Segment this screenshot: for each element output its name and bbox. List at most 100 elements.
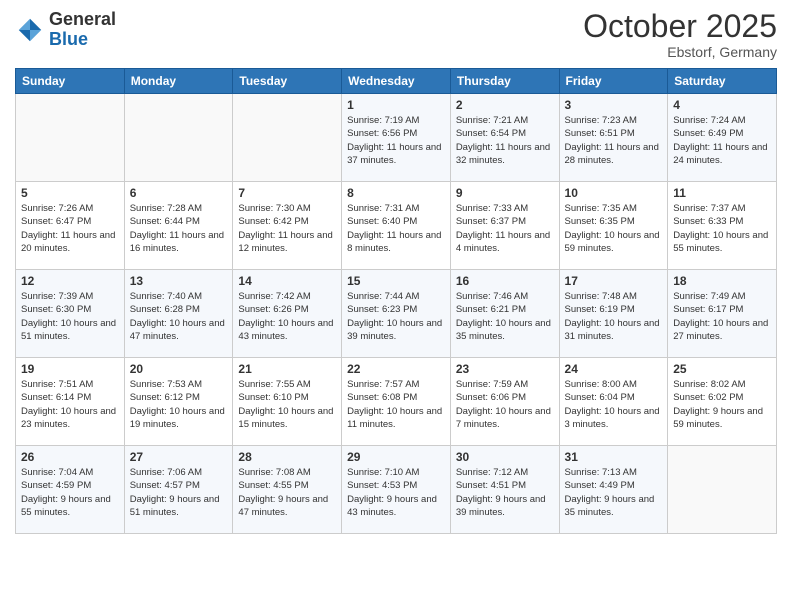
day-number: 22	[347, 362, 445, 376]
week-row-3: 19Sunrise: 7:51 AM Sunset: 6:14 PM Dayli…	[16, 358, 777, 446]
cell-4-1: 27 Sunrise: 7:06 AM Sunset: 4:57 PM Dayli…	[124, 446, 233, 534]
day-number: 2	[456, 98, 554, 112]
day-info: Sunrise: 7:21 AM Sunset: 6:54 PM Dayligh…	[456, 114, 554, 167]
day-number: 30	[456, 450, 554, 464]
week-row-4: 26 Sunrise: 7:04 AM Sunset: 4:59 PM Dayli…	[16, 446, 777, 534]
day-number: 20	[130, 362, 228, 376]
cell-3-6: 25 Sunrise: 8:02 AM Sunset: 6:02 PM Dayli…	[668, 358, 777, 446]
cell-3-3: 22 Sunrise: 7:57 AM Sunset: 6:08 PM Dayli…	[342, 358, 451, 446]
day-info: Sunrise: 7:28 AM Sunset: 6:44 PM Dayligh…	[130, 202, 228, 255]
day-number: 27	[130, 450, 228, 464]
cell-0-0	[16, 94, 125, 182]
day-number: 26	[21, 450, 119, 464]
day-number: 7	[238, 186, 336, 200]
day-number: 9	[456, 186, 554, 200]
day-info: Sunrise: 7:30 AM Sunset: 6:42 PM Dayligh…	[238, 202, 336, 255]
cell-0-4: 2 Sunrise: 7:21 AM Sunset: 6:54 PM Daylig…	[450, 94, 559, 182]
day-number: 3	[565, 98, 663, 112]
cell-3-0: 19Sunrise: 7:51 AM Sunset: 6:14 PM Dayli…	[16, 358, 125, 446]
cell-1-3: 8 Sunrise: 7:31 AM Sunset: 6:40 PM Daylig…	[342, 182, 451, 270]
day-info: Sunrise: 8:00 AM Sunset: 6:04 PM Dayligh…	[565, 378, 663, 431]
title-block: October 2025 Ebstorf, Germany	[583, 10, 777, 60]
cell-4-0: 26 Sunrise: 7:04 AM Sunset: 4:59 PM Dayli…	[16, 446, 125, 534]
cell-3-2: 21 Sunrise: 7:55 AM Sunset: 6:10 PM Dayli…	[233, 358, 342, 446]
cell-1-5: 10 Sunrise: 7:35 AM Sunset: 6:35 PM Dayli…	[559, 182, 668, 270]
cell-1-4: 9 Sunrise: 7:33 AM Sunset: 6:37 PM Daylig…	[450, 182, 559, 270]
calendar: Sunday Monday Tuesday Wednesday Thursday…	[15, 68, 777, 534]
day-info: Sunrise: 7:53 AM Sunset: 6:12 PM Dayligh…	[130, 378, 228, 431]
page: General Blue October 2025 Ebstorf, Germa…	[0, 0, 792, 612]
logo: General Blue	[15, 10, 116, 50]
day-info: Sunrise: 7:12 AM Sunset: 4:51 PM Dayligh…	[456, 466, 554, 519]
cell-4-4: 30 Sunrise: 7:12 AM Sunset: 4:51 PM Dayli…	[450, 446, 559, 534]
cell-2-0: 12Sunrise: 7:39 AM Sunset: 6:30 PM Dayli…	[16, 270, 125, 358]
week-row-0: 1 Sunrise: 7:19 AM Sunset: 6:56 PM Daylig…	[16, 94, 777, 182]
day-number: 10	[565, 186, 663, 200]
day-number: 13	[130, 274, 228, 288]
day-number: 11	[673, 186, 771, 200]
day-info: Sunrise: 7:24 AM Sunset: 6:49 PM Dayligh…	[673, 114, 771, 167]
day-number: 15	[347, 274, 445, 288]
cell-4-5: 31Sunrise: 7:13 AM Sunset: 4:49 PM Dayli…	[559, 446, 668, 534]
header-wednesday: Wednesday	[342, 69, 451, 94]
day-number: 4	[673, 98, 771, 112]
cell-1-1: 6 Sunrise: 7:28 AM Sunset: 6:44 PM Daylig…	[124, 182, 233, 270]
week-row-1: 5 Sunrise: 7:26 AM Sunset: 6:47 PM Daylig…	[16, 182, 777, 270]
day-info: Sunrise: 7:31 AM Sunset: 6:40 PM Dayligh…	[347, 202, 445, 255]
header-monday: Monday	[124, 69, 233, 94]
cell-1-2: 7 Sunrise: 7:30 AM Sunset: 6:42 PM Daylig…	[233, 182, 342, 270]
cell-2-4: 16 Sunrise: 7:46 AM Sunset: 6:21 PM Dayli…	[450, 270, 559, 358]
cell-2-2: 14 Sunrise: 7:42 AM Sunset: 6:26 PM Dayli…	[233, 270, 342, 358]
day-number: 16	[456, 274, 554, 288]
cell-2-3: 15Sunrise: 7:44 AM Sunset: 6:23 PM Dayli…	[342, 270, 451, 358]
day-number: 28	[238, 450, 336, 464]
day-number: 14	[238, 274, 336, 288]
day-info: Sunrise: 7:04 AM Sunset: 4:59 PM Dayligh…	[21, 466, 119, 519]
cell-2-1: 13 Sunrise: 7:40 AM Sunset: 6:28 PM Dayli…	[124, 270, 233, 358]
day-info: Sunrise: 8:02 AM Sunset: 6:02 PM Dayligh…	[673, 378, 771, 431]
day-number: 12	[21, 274, 119, 288]
day-info: Sunrise: 7:35 AM Sunset: 6:35 PM Dayligh…	[565, 202, 663, 255]
day-info: Sunrise: 7:06 AM Sunset: 4:57 PM Dayligh…	[130, 466, 228, 519]
cell-3-1: 20 Sunrise: 7:53 AM Sunset: 6:12 PM Dayli…	[124, 358, 233, 446]
header-friday: Friday	[559, 69, 668, 94]
cell-1-0: 5 Sunrise: 7:26 AM Sunset: 6:47 PM Daylig…	[16, 182, 125, 270]
day-number: 8	[347, 186, 445, 200]
header-thursday: Thursday	[450, 69, 559, 94]
month-title: October 2025	[583, 10, 777, 42]
header-tuesday: Tuesday	[233, 69, 342, 94]
day-number: 25	[673, 362, 771, 376]
cell-2-6: 18Sunrise: 7:49 AM Sunset: 6:17 PM Dayli…	[668, 270, 777, 358]
day-info: Sunrise: 7:19 AM Sunset: 6:56 PM Dayligh…	[347, 114, 445, 167]
day-info: Sunrise: 7:13 AM Sunset: 4:49 PM Dayligh…	[565, 466, 663, 519]
day-info: Sunrise: 7:40 AM Sunset: 6:28 PM Dayligh…	[130, 290, 228, 343]
day-info: Sunrise: 7:46 AM Sunset: 6:21 PM Dayligh…	[456, 290, 554, 343]
cell-4-3: 29Sunrise: 7:10 AM Sunset: 4:53 PM Dayli…	[342, 446, 451, 534]
day-info: Sunrise: 7:51 AM Sunset: 6:14 PM Dayligh…	[21, 378, 119, 431]
cell-0-1	[124, 94, 233, 182]
cell-3-4: 23Sunrise: 7:59 AM Sunset: 6:06 PM Dayli…	[450, 358, 559, 446]
day-info: Sunrise: 7:57 AM Sunset: 6:08 PM Dayligh…	[347, 378, 445, 431]
logo-text: General Blue	[49, 10, 116, 50]
day-info: Sunrise: 7:55 AM Sunset: 6:10 PM Dayligh…	[238, 378, 336, 431]
location: Ebstorf, Germany	[583, 44, 777, 60]
day-number: 5	[21, 186, 119, 200]
day-info: Sunrise: 7:08 AM Sunset: 4:55 PM Dayligh…	[238, 466, 336, 519]
day-info: Sunrise: 7:42 AM Sunset: 6:26 PM Dayligh…	[238, 290, 336, 343]
week-row-2: 12Sunrise: 7:39 AM Sunset: 6:30 PM Dayli…	[16, 270, 777, 358]
cell-2-5: 17Sunrise: 7:48 AM Sunset: 6:19 PM Dayli…	[559, 270, 668, 358]
day-number: 21	[238, 362, 336, 376]
logo-icon	[15, 15, 45, 45]
day-number: 1	[347, 98, 445, 112]
cell-0-6: 4 Sunrise: 7:24 AM Sunset: 6:49 PM Daylig…	[668, 94, 777, 182]
day-info: Sunrise: 7:26 AM Sunset: 6:47 PM Dayligh…	[21, 202, 119, 255]
day-info: Sunrise: 7:33 AM Sunset: 6:37 PM Dayligh…	[456, 202, 554, 255]
day-info: Sunrise: 7:23 AM Sunset: 6:51 PM Dayligh…	[565, 114, 663, 167]
day-info: Sunrise: 7:59 AM Sunset: 6:06 PM Dayligh…	[456, 378, 554, 431]
day-number: 6	[130, 186, 228, 200]
cell-4-6	[668, 446, 777, 534]
cell-0-3: 1 Sunrise: 7:19 AM Sunset: 6:56 PM Daylig…	[342, 94, 451, 182]
day-info: Sunrise: 7:37 AM Sunset: 6:33 PM Dayligh…	[673, 202, 771, 255]
cell-3-5: 24Sunrise: 8:00 AM Sunset: 6:04 PM Dayli…	[559, 358, 668, 446]
cell-1-6: 11 Sunrise: 7:37 AM Sunset: 6:33 PM Dayli…	[668, 182, 777, 270]
